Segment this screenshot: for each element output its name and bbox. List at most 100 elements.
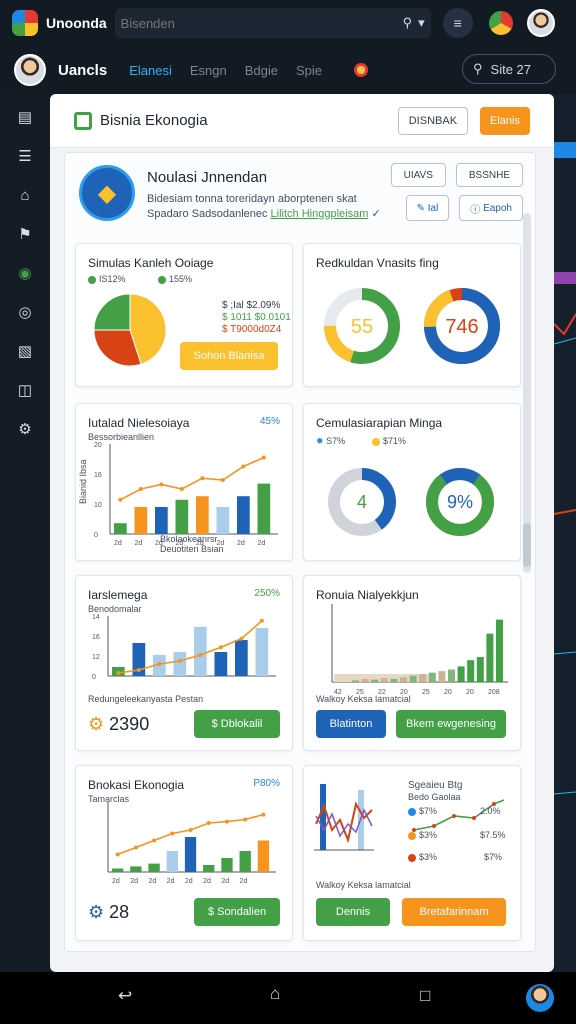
profile-header: ◆ Noulasi Jnnendan Bidesiam tonna toreri…: [79, 163, 523, 229]
scrollbar-thumb[interactable]: [523, 523, 531, 567]
profile-description: Bidesiam tonna toreridayn aborptenen ska…: [147, 193, 357, 205]
sidebar-item-document[interactable]: ▤: [10, 102, 40, 132]
bar: [221, 858, 233, 872]
card-iutalad: Iutalad Nielesoiaya 45% Bessorbieanllien…: [75, 403, 293, 561]
home-icon[interactable]: ⌂: [270, 984, 280, 1004]
uiavs-button[interactable]: UIAVS: [390, 163, 446, 187]
tab-spie[interactable]: Spie: [296, 63, 322, 78]
card-redkuldan: Redkuldan Vnasits fing 55 746: [303, 243, 521, 387]
value-line-3: $ T9000d0Z4: [222, 324, 282, 335]
dennis-button[interactable]: Dennis: [316, 898, 390, 926]
pie-chart: [93, 293, 167, 367]
bar: [112, 868, 124, 872]
bar: [320, 784, 326, 850]
search-icon[interactable]: ⚲: [403, 15, 413, 31]
card-title: Bnokasi Ekonogia: [88, 778, 185, 792]
user-avatar[interactable]: [526, 9, 555, 37]
sidebar-item-list[interactable]: ☰: [10, 141, 40, 171]
x-tick-label: 208: [488, 689, 500, 696]
assistant-avatar[interactable]: [526, 984, 554, 1012]
bar: [428, 672, 436, 682]
tab-esngn[interactable]: Esngn: [190, 63, 227, 78]
sohon-blanisa-button[interactable]: Sohon Blanisa: [180, 342, 278, 370]
bar: [409, 675, 417, 682]
bar: [257, 483, 271, 534]
sidebar-item-eye[interactable]: ◎: [10, 297, 40, 327]
x-tick-label: 2d: [112, 878, 120, 885]
trend-point: [118, 497, 123, 502]
bssnhe-button[interactable]: BSSNHE: [455, 163, 523, 187]
x-tick-label: 2d: [185, 878, 193, 885]
edit-icon: ✎: [416, 202, 428, 214]
x-tick-label: 2d: [135, 540, 143, 547]
edit-button[interactable]: ✎ Ial: [405, 195, 450, 221]
location-pin-icon[interactable]: [354, 63, 368, 77]
y-axis-label: Bianid Ibsa: [78, 459, 88, 504]
card-iarslemega: Iarslemega 250% Benodomalar 14 16 12 0 Redu…: [75, 575, 293, 751]
site-search-button[interactable]: ⚲ Site 27: [462, 54, 556, 84]
profile-link[interactable]: Lilitch Hinggpleisam: [271, 208, 369, 220]
bar: [457, 666, 465, 682]
sidebar-item-settings[interactable]: ⚙: [10, 414, 40, 444]
trend-point: [170, 831, 175, 836]
export-button[interactable]: ⓘ Eapoh: [459, 195, 523, 221]
bar: [173, 652, 187, 676]
brand-badge-icon[interactable]: [488, 11, 513, 35]
trend-point: [198, 653, 203, 657]
x-tick-label: 2d: [167, 878, 175, 885]
verified-icon: ✓: [371, 208, 381, 220]
search-icon: ⚲: [473, 61, 483, 76]
trend-point: [138, 487, 143, 491]
bar: [390, 678, 398, 682]
dashboard-panel: ◆ Noulasi Jnnendan Bidesiam tonna toreri…: [64, 152, 536, 952]
trend-point: [472, 816, 476, 820]
bar: [114, 523, 127, 534]
sidebar-item-home[interactable]: ⌂: [10, 180, 40, 210]
bar: [257, 840, 270, 872]
tab-elanesi[interactable]: Elanesi: [129, 63, 172, 78]
recents-icon[interactable]: □: [420, 986, 430, 1006]
trend-point: [452, 814, 456, 818]
sidebar-item-chat[interactable]: ◉: [10, 258, 40, 288]
trend-point: [157, 662, 162, 666]
dollar-icon: $: [211, 718, 221, 730]
bar: [419, 674, 427, 682]
bkem-ewgenesing-button[interactable]: Bkem ewgenesing: [396, 710, 506, 738]
top-search-box[interactable]: ⚲ ▾: [114, 8, 431, 38]
top-bar: Unoonda ⚲ ▾ ≡: [0, 0, 576, 46]
window-header: Bisnia Ekonogia DISNBAK Elanis: [50, 94, 554, 148]
sidebar-item-layout[interactable]: ◫: [10, 375, 40, 405]
bar: [438, 671, 446, 682]
elanis-button[interactable]: Elanis: [480, 106, 530, 135]
filter-button[interactable]: ≡: [442, 8, 473, 38]
right-value-1: 2.0%: [480, 806, 501, 816]
profile-avatar[interactable]: [14, 54, 46, 86]
chevron-down-icon[interactable]: ▾: [418, 15, 425, 31]
sidebar-item-files[interactable]: ▧: [10, 336, 40, 366]
trend-point: [177, 659, 182, 663]
card-sgeaieu: Sgeaieu Btg Bedo Gaolaa $7% $3% $3% 2.0%…: [303, 765, 521, 941]
layout-icon: ◫: [17, 382, 33, 399]
value-line-1: $ ;Ial $2.09%: [222, 300, 281, 311]
blatinton-button[interactable]: Blatinton: [316, 710, 386, 738]
sondalien-button[interactable]: $ Sondalien: [194, 898, 280, 926]
dblokalil-button[interactable]: $ Dblokalil: [194, 710, 280, 738]
line-series-chart: [314, 784, 374, 851]
vertical-scrollbar[interactable]: [523, 213, 531, 573]
back-icon[interactable]: ↩: [118, 986, 132, 1006]
profile-subline: Spadaro Sadsodanlenec Lilitch Hinggpleis…: [147, 207, 381, 220]
tab-bdgie[interactable]: Bdgie: [245, 63, 278, 78]
main-window: Bisnia Ekonogia DISNBAK Elanis ◆ Noulasi…: [50, 94, 554, 972]
trend-point: [224, 819, 229, 824]
bar: [400, 677, 407, 682]
sidebar-item-tags[interactable]: ⚑: [10, 219, 40, 249]
bretafarinnam-button[interactable]: Bretafarinnam: [402, 898, 506, 926]
donut-b-label: 746: [445, 316, 479, 338]
corner-value: 250%: [254, 588, 280, 599]
profile-title: Noulasi Jnnendan: [147, 169, 268, 186]
x-tick-label: 2d: [148, 878, 156, 885]
bar: [166, 851, 178, 872]
top-search-input[interactable]: [120, 15, 397, 31]
disnbak-button[interactable]: DISNBAK: [397, 106, 469, 135]
nav-title: Uancls: [58, 61, 108, 79]
